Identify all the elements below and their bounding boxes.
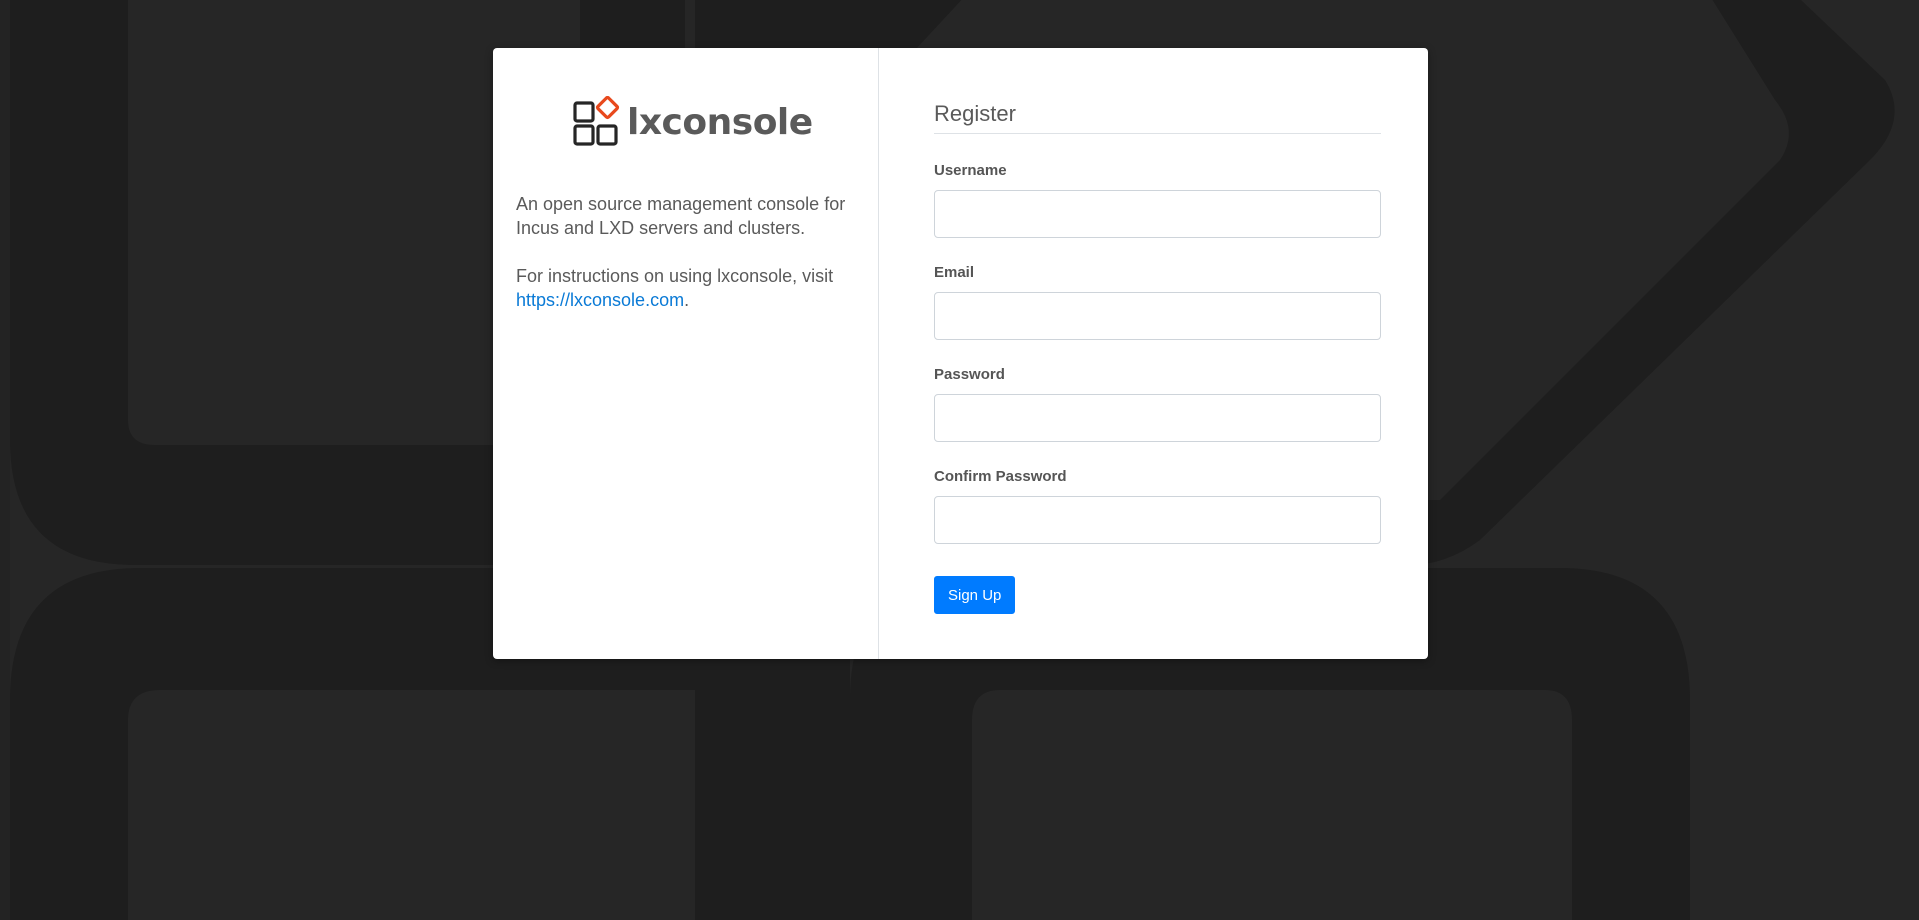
instructions-suffix: . — [684, 290, 690, 310]
username-field-group: Username — [934, 162, 1381, 238]
instructions-prefix: For instructions on using lxconsole, vis… — [516, 266, 834, 286]
email-label: Email — [934, 264, 975, 281]
confirm-password-field-group: Confirm Password — [934, 468, 1381, 544]
password-input[interactable] — [934, 394, 1381, 442]
password-field-group: Password — [934, 366, 1381, 442]
form-title: Register — [934, 100, 1381, 134]
username-input[interactable] — [934, 190, 1381, 238]
sign-up-button[interactable]: Sign Up — [934, 576, 1016, 614]
instructions-text: For instructions on using lxconsole, vis… — [516, 264, 855, 312]
email-input[interactable] — [934, 292, 1381, 340]
about-panel: lxconsole An open source management cons… — [493, 48, 879, 659]
password-label: Password — [934, 366, 1005, 383]
register-form: Register Username Email Password Confirm… — [879, 48, 1428, 659]
username-label: Username — [934, 162, 1007, 179]
register-card: lxconsole An open source management cons… — [493, 48, 1428, 659]
lxconsole-logo-icon — [573, 96, 620, 146]
app-description: An open source management console for In… — [516, 194, 846, 238]
website-link[interactable]: https://lxconsole.com — [516, 290, 684, 310]
email-field-group: Email — [934, 264, 1381, 340]
confirm-password-label: Confirm Password — [934, 468, 1067, 485]
brand-logo[interactable]: lxconsole — [572, 96, 855, 148]
brand-name: lxconsole — [627, 101, 813, 143]
confirm-password-input[interactable] — [934, 496, 1381, 544]
